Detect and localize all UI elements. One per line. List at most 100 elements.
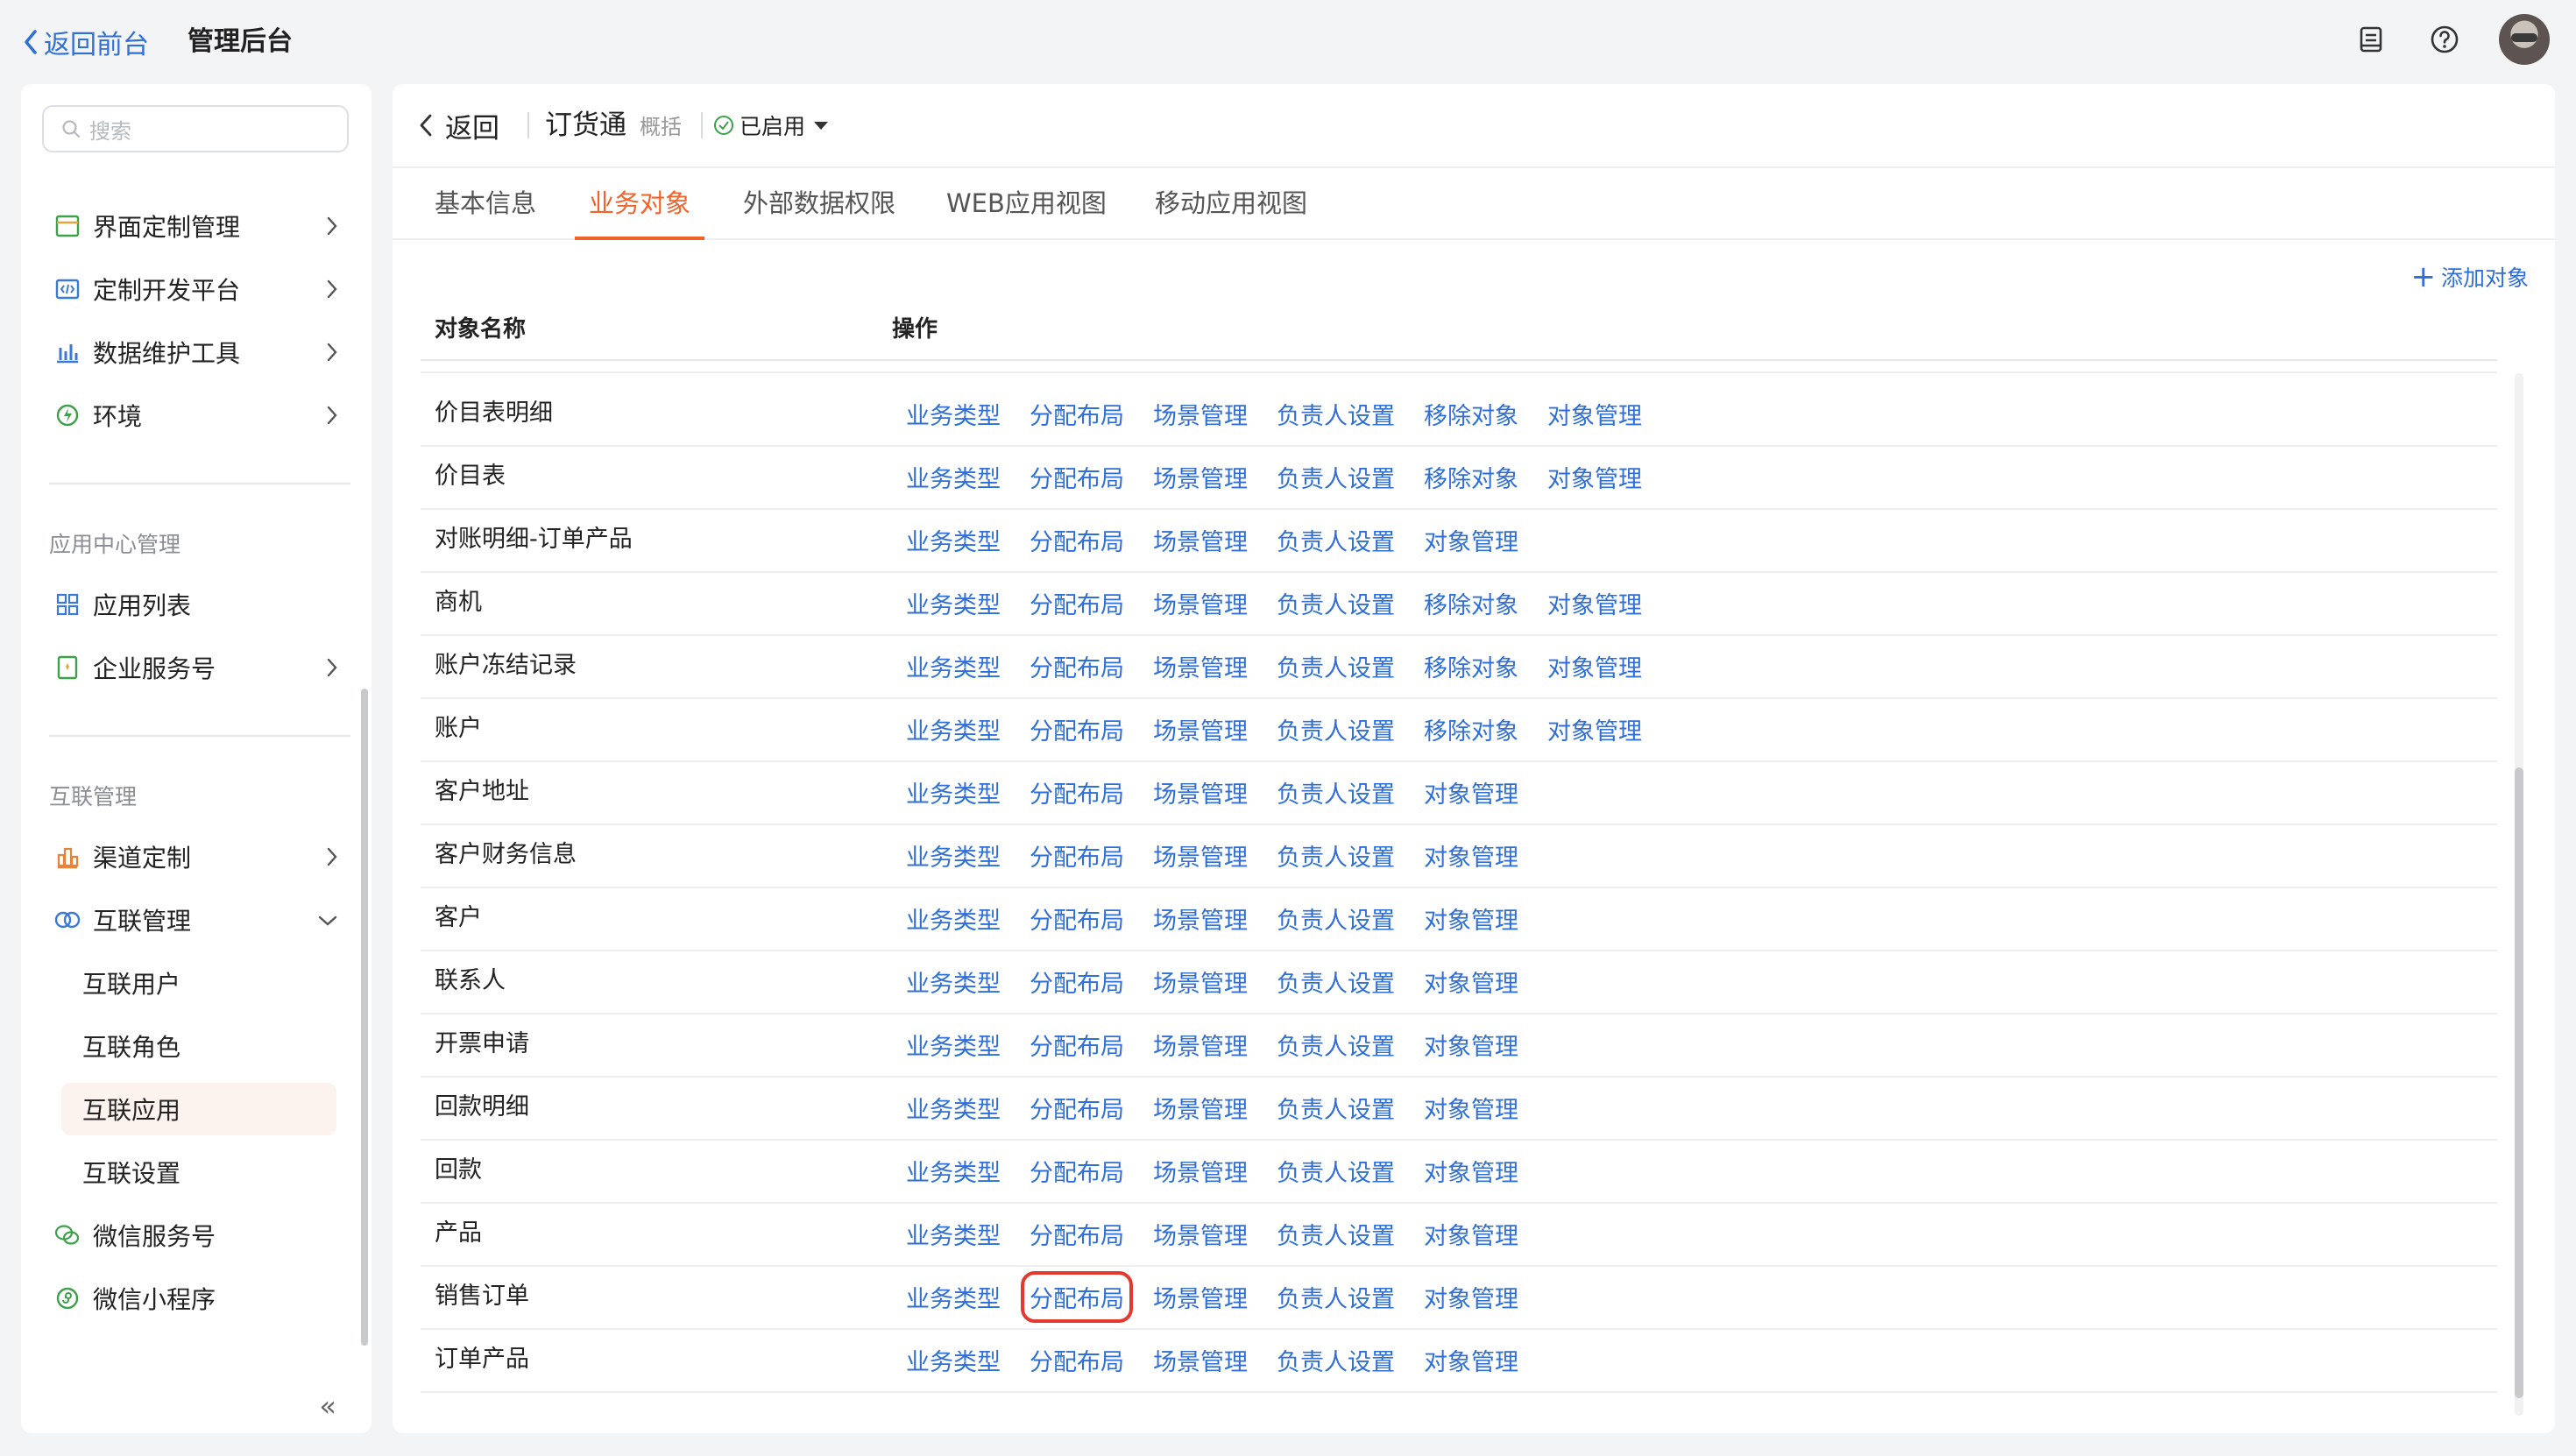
- action-link[interactable]: 业务类型: [906, 460, 1001, 494]
- action-link[interactable]: 业务类型: [906, 1028, 1001, 1062]
- action-link[interactable]: 对象管理: [1547, 460, 1642, 494]
- action-link[interactable]: 业务类型: [906, 397, 1001, 431]
- tab-web-app-view[interactable]: WEB应用视图: [946, 168, 1107, 238]
- action-link[interactable]: 对象管理: [1424, 775, 1518, 809]
- action-link[interactable]: 场景管理: [1153, 775, 1248, 809]
- action-link[interactable]: 场景管理: [1153, 460, 1248, 494]
- action-link[interactable]: 业务类型: [906, 775, 1001, 809]
- action-link[interactable]: 负责人设置: [1277, 1217, 1395, 1251]
- action-link[interactable]: 分配布局: [1030, 901, 1124, 936]
- action-link[interactable]: 分配布局: [1030, 712, 1124, 746]
- tab-business-objects[interactable]: 业务对象: [574, 168, 705, 240]
- action-link[interactable]: 分配布局: [1030, 397, 1124, 431]
- table-scrollbar[interactable]: [2515, 767, 2523, 1398]
- clipboard-icon[interactable]: [2352, 20, 2390, 59]
- action-link[interactable]: 负责人设置: [1277, 1280, 1395, 1314]
- action-link[interactable]: 场景管理: [1153, 523, 1248, 557]
- action-link[interactable]: 对象管理: [1547, 649, 1642, 683]
- action-link[interactable]: 对象管理: [1547, 586, 1642, 620]
- action-link[interactable]: 对象管理: [1424, 1091, 1518, 1125]
- status-dropdown[interactable]: 已启用: [713, 103, 829, 147]
- action-link[interactable]: 负责人设置: [1277, 397, 1395, 431]
- action-link[interactable]: 分配布局: [1030, 523, 1124, 557]
- action-link[interactable]: 场景管理: [1153, 649, 1248, 683]
- action-link[interactable]: 业务类型: [906, 965, 1001, 999]
- sidebar-sub-interconnect-users[interactable]: 互联用户: [61, 957, 336, 1009]
- action-link[interactable]: 场景管理: [1153, 1217, 1248, 1251]
- action-link[interactable]: 业务类型: [906, 712, 1001, 746]
- action-link[interactable]: 移除对象: [1424, 586, 1518, 620]
- action-link[interactable]: 对象管理: [1424, 1343, 1518, 1377]
- action-link[interactable]: 分配布局: [1030, 586, 1124, 620]
- action-link[interactable]: 负责人设置: [1277, 649, 1395, 683]
- action-link[interactable]: 对象管理: [1424, 838, 1518, 873]
- sidebar-item-data-tools[interactable]: 数据维护工具: [54, 326, 343, 378]
- action-link[interactable]: 场景管理: [1153, 586, 1248, 620]
- action-link[interactable]: 场景管理: [1153, 1091, 1248, 1125]
- action-link[interactable]: 业务类型: [906, 901, 1001, 936]
- action-link[interactable]: 负责人设置: [1277, 965, 1395, 999]
- action-link[interactable]: 负责人设置: [1277, 523, 1395, 557]
- action-link[interactable]: 负责人设置: [1277, 1154, 1395, 1188]
- action-link[interactable]: 业务类型: [906, 1217, 1001, 1251]
- action-link[interactable]: 负责人设置: [1277, 460, 1395, 494]
- action-link[interactable]: 分配布局: [1030, 1217, 1124, 1251]
- action-link[interactable]: 分配布局: [1030, 965, 1124, 999]
- action-link[interactable]: 负责人设置: [1277, 775, 1395, 809]
- action-link[interactable]: 场景管理: [1153, 838, 1248, 873]
- action-link[interactable]: 移除对象: [1424, 460, 1518, 494]
- help-icon[interactable]: [2425, 20, 2464, 59]
- add-object-button[interactable]: + 添加对象: [2410, 259, 2529, 294]
- action-link[interactable]: 负责人设置: [1277, 712, 1395, 746]
- action-link[interactable]: 业务类型: [906, 1343, 1001, 1377]
- action-link[interactable]: 业务类型: [906, 1091, 1001, 1125]
- action-link[interactable]: 场景管理: [1153, 1280, 1248, 1314]
- action-link[interactable]: 场景管理: [1153, 1154, 1248, 1188]
- action-link[interactable]: 对象管理: [1424, 523, 1518, 557]
- sidebar-item-ui-customization[interactable]: 界面定制管理: [54, 200, 343, 252]
- action-link[interactable]: 分配布局: [1021, 1270, 1133, 1323]
- action-link[interactable]: 移除对象: [1424, 649, 1518, 683]
- action-link[interactable]: 对象管理: [1424, 1154, 1518, 1188]
- collapse-sidebar-icon[interactable]: «: [319, 1389, 336, 1423]
- back-button[interactable]: 返回: [419, 103, 499, 147]
- action-link[interactable]: 对象管理: [1547, 397, 1642, 431]
- action-link[interactable]: 负责人设置: [1277, 1091, 1395, 1125]
- action-link[interactable]: 分配布局: [1030, 1091, 1124, 1125]
- sidebar-item-dev-platform[interactable]: 定制开发平台: [54, 263, 343, 315]
- action-link[interactable]: 业务类型: [906, 838, 1001, 873]
- action-link[interactable]: 场景管理: [1153, 1343, 1248, 1377]
- sidebar-item-environment[interactable]: 环境: [54, 389, 343, 442]
- action-link[interactable]: 负责人设置: [1277, 586, 1395, 620]
- sidebar-sub-interconnect-roles[interactable]: 互联角色: [61, 1020, 336, 1072]
- tab-basic-info[interactable]: 基本信息: [435, 168, 536, 238]
- tab-external-data-permissions[interactable]: 外部数据权限: [743, 168, 895, 238]
- action-link[interactable]: 负责人设置: [1277, 901, 1395, 936]
- action-link[interactable]: 场景管理: [1153, 397, 1248, 431]
- action-link[interactable]: 负责人设置: [1277, 838, 1395, 873]
- action-link[interactable]: 场景管理: [1153, 965, 1248, 999]
- action-link[interactable]: 分配布局: [1030, 649, 1124, 683]
- action-link[interactable]: 业务类型: [906, 649, 1001, 683]
- action-link[interactable]: 对象管理: [1424, 1280, 1518, 1314]
- sidebar-item-channel[interactable]: 渠道定制: [54, 830, 343, 883]
- action-link[interactable]: 分配布局: [1030, 460, 1124, 494]
- sidebar-item-app-list[interactable]: 应用列表: [54, 578, 343, 631]
- sidebar-sub-interconnect-settings[interactable]: 互联设置: [61, 1146, 336, 1198]
- action-link[interactable]: 场景管理: [1153, 712, 1248, 746]
- action-link[interactable]: 移除对象: [1424, 712, 1518, 746]
- action-link[interactable]: 场景管理: [1153, 1028, 1248, 1062]
- action-link[interactable]: 对象管理: [1424, 1028, 1518, 1062]
- action-link[interactable]: 业务类型: [906, 586, 1001, 620]
- action-link[interactable]: 分配布局: [1030, 775, 1124, 809]
- action-link[interactable]: 对象管理: [1547, 712, 1642, 746]
- action-link[interactable]: 负责人设置: [1277, 1343, 1395, 1377]
- sidebar-search-input[interactable]: 搜索: [42, 105, 349, 152]
- sidebar-item-interconnect-manage[interactable]: 互联管理: [54, 894, 343, 946]
- user-avatar[interactable]: [2499, 14, 2550, 65]
- action-link[interactable]: 分配布局: [1030, 1343, 1124, 1377]
- sidebar-item-enterprise-service[interactable]: 企业服务号: [54, 641, 343, 694]
- tab-mobile-app-view[interactable]: 移动应用视图: [1155, 168, 1307, 238]
- action-link[interactable]: 业务类型: [906, 1154, 1001, 1188]
- action-link[interactable]: 分配布局: [1030, 838, 1124, 873]
